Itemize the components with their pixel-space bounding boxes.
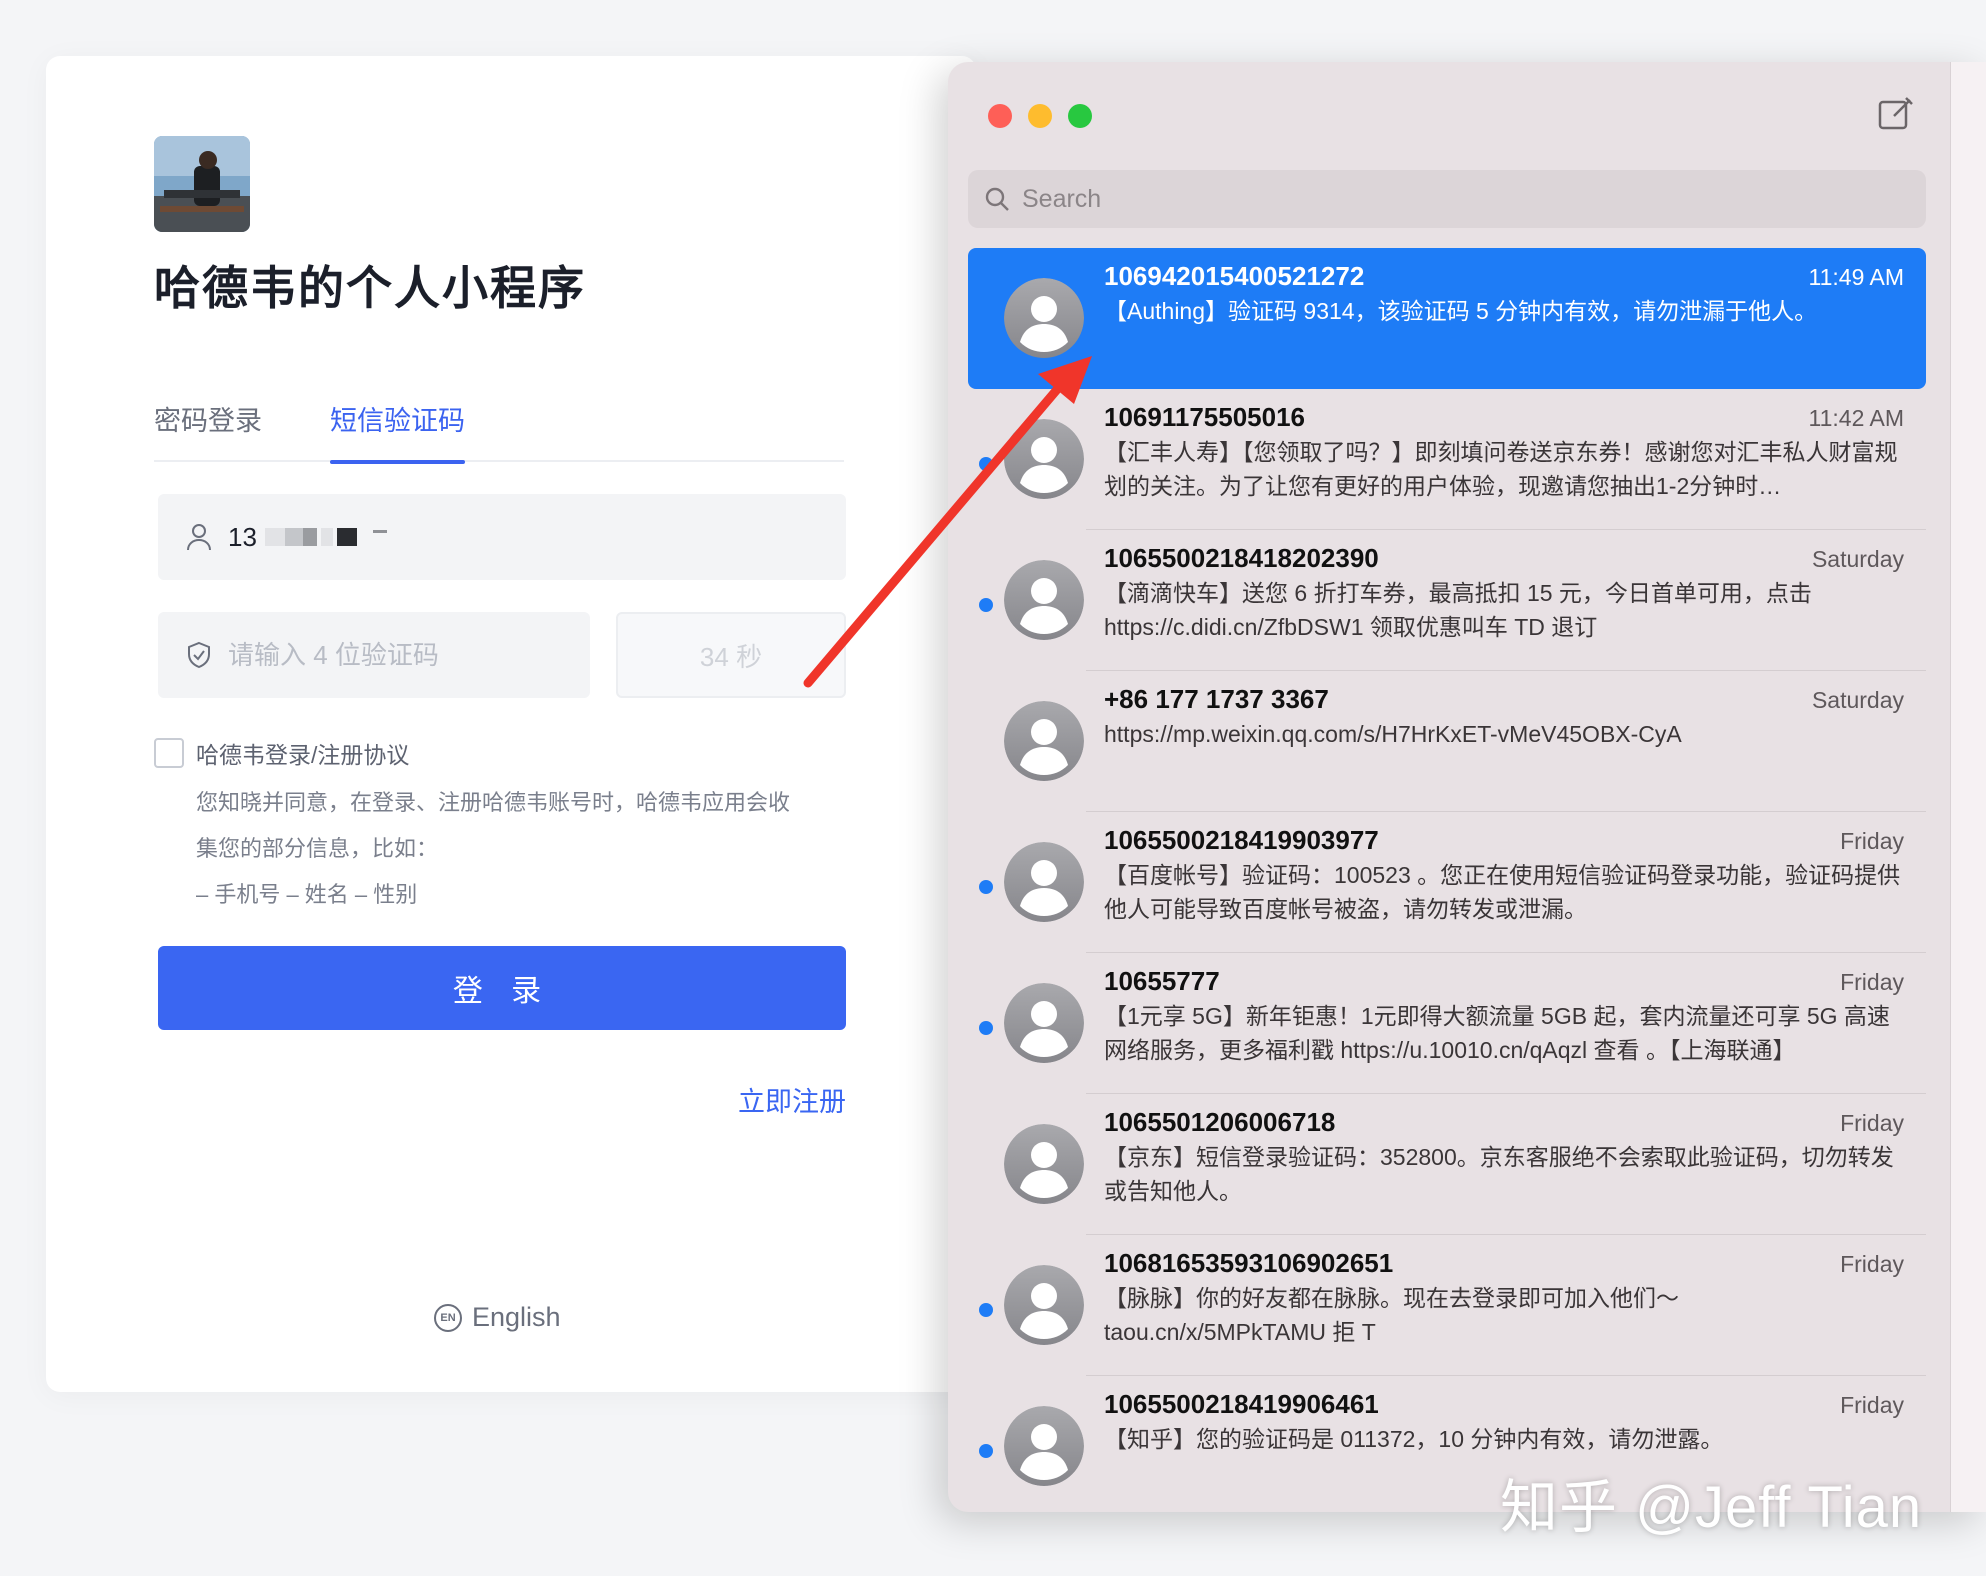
message-time: 11:49 AM (1808, 264, 1904, 290)
resend-code-countdown[interactable]: 34 秒 (616, 612, 846, 698)
app-logo (154, 136, 250, 232)
contact-avatar-icon (1004, 842, 1084, 922)
login-button[interactable]: 登 录 (158, 946, 846, 1030)
message-preview: 【1元享 5G】新年钜惠！1元即得大额流量 5GB 起，套内流量还可享 5G 高… (1104, 1003, 1890, 1063)
message-time: Friday (1840, 1392, 1904, 1418)
language-icon: EN (434, 1303, 462, 1332)
login-card: 哈德韦的个人小程序 密码登录 短信验证码 13 请输入 4 位验证码 34 秒 … (46, 56, 976, 1392)
message-time: Friday (1840, 969, 1904, 995)
message-sender: 1065500218419903977 (1104, 825, 1379, 855)
phone-mask (257, 528, 387, 546)
tab-password-login[interactable]: 密码登录 (154, 396, 262, 462)
message-time: Saturday (1811, 687, 1904, 713)
message-sender: 1068165359310690265​1 (1104, 1248, 1394, 1278)
message-preview: 【汇丰人寿】【您领取了吗？】即刻填问卷送京东券！感谢您对汇丰私人财富规划的关注。… (1104, 439, 1898, 499)
phone-value: 13 (228, 521, 257, 552)
user-icon (184, 522, 214, 552)
conversation-pane-edge (1950, 62, 1986, 1512)
zoom-window-button[interactable] (1068, 104, 1092, 128)
contact-avatar-icon (1004, 560, 1084, 640)
watermark: 知乎 @Jeff Tian (1500, 1475, 1923, 1540)
message-preview: 【Authing】验证码 9314，该验证码 5 分钟内有效，请勿泄漏于他人。 (1104, 298, 1818, 324)
message-time: Friday (1840, 1110, 1904, 1136)
message-time: Friday (1840, 1251, 1904, 1277)
language-label: English (472, 1302, 561, 1332)
message-preview: 【滴滴快车】送您 6 折打车券，最高抵扣 15 元，今日首单可用，点击 http… (1104, 580, 1812, 640)
message-sender: 10691175505016 (1104, 402, 1306, 432)
message-preview: https://mp.weixin.qq.com/s/H7HrKxET-vMeV… (1104, 721, 1682, 747)
contact-avatar-icon (1004, 1265, 1084, 1345)
message-sender: 1065500218418202390 (1104, 543, 1379, 573)
message-sender: 10655777 (1104, 966, 1220, 996)
agreement-text-line: 您知晓并同意，在登录、注册哈德韦账号时，哈德韦应用会收 (196, 790, 791, 815)
message-item[interactable]: 1068165359310690265​1 Friday 【脉脉】你的好友都在脉脉。… (968, 1235, 1926, 1376)
message-item[interactable]: 10655777 Friday 【1元享 5G】新年钜惠！1元即得大额流量 5GB … (968, 953, 1926, 1094)
unread-dot (979, 598, 993, 612)
unread-dot (979, 1021, 993, 1035)
message-item[interactable]: 1065500218419903977 Friday 【百度帐号】验证码：10052… (968, 812, 1926, 953)
agreement-text: 您知晓并同意，在登录、注册哈德韦账号时，哈德韦应用会收 集您的部分信息，比如： … (196, 780, 856, 918)
message-list: 106942015400521272 11:49 AM 【Authing】验证码 9… (968, 248, 1926, 1512)
phone-field[interactable]: 13 (158, 494, 846, 580)
screenshot-stage: 哈德韦的个人小程序 密码登录 短信验证码 13 请输入 4 位验证码 34 秒 … (0, 0, 1986, 1576)
close-window-button[interactable] (988, 104, 1012, 128)
unread-dot (979, 1303, 993, 1317)
tab-sms-code[interactable]: 短信验证码 (330, 396, 465, 464)
language-switch[interactable]: EN English (434, 1302, 561, 1333)
code-field[interactable] (158, 612, 590, 698)
agreement-label[interactable]: 哈德韦登录/注册协议 (196, 736, 409, 770)
message-time: Friday (1840, 828, 1904, 854)
compose-icon[interactable] (1876, 94, 1916, 134)
minimize-window-button[interactable] (1028, 104, 1052, 128)
message-sender: +86 177 1737 3367 (1104, 684, 1329, 714)
contact-avatar-icon (1004, 1124, 1084, 1204)
unread-dot (979, 1444, 993, 1458)
message-sender: 106550120600​6718 (1104, 1107, 1336, 1137)
shield-check-icon (184, 640, 214, 670)
message-sender: 1065500218419906461 (1104, 1389, 1379, 1419)
agreement-text-line: 集您的部分信息，比如： (196, 836, 439, 861)
contact-avatar-icon (1004, 983, 1084, 1063)
message-item[interactable]: 106550120600​6718 Friday 【京东】短信登录验证码：35280… (968, 1094, 1926, 1235)
message-time: Saturday (1811, 546, 1904, 572)
contact-avatar-icon (1004, 419, 1084, 499)
message-item[interactable]: +86 177 1737 3367 Saturday https://mp.weix… (968, 671, 1926, 812)
message-item[interactable]: 1065500218418202390 Saturday 【滴滴快车】送您 6 折打… (968, 530, 1926, 671)
message-preview: 【京东】短信登录验证码：352800。京东客服绝不会索取此验证码，切勿转发或告知… (1104, 1144, 1894, 1204)
message-time: 11:42 AM (1808, 405, 1904, 431)
app-title: 哈德韦的个人小程序 (154, 262, 586, 314)
register-link[interactable]: 立即注册 (738, 1080, 846, 1119)
agreement-checkbox[interactable] (154, 738, 184, 768)
message-preview: 【脉脉】你的好友都在脉脉。现在去登录即可加入他们～ taou.cn/x/5MPk… (1104, 1285, 1679, 1345)
login-tabs: 密码登录 短信验证码 (154, 396, 844, 464)
unread-dot (979, 880, 993, 894)
search-icon (984, 186, 1010, 212)
messages-window: 106942015400521272 11:49 AM 【Authing】验证码 9… (948, 62, 1986, 1512)
message-item[interactable]: 106942015400521272 11:49 AM 【Authing】验证码 9… (968, 248, 1926, 389)
search-input[interactable] (1022, 184, 1902, 214)
contact-avatar-icon (1004, 701, 1084, 781)
message-item[interactable]: 10691175505016 11:42 AM 【汇丰人寿】【您领取了吗？】即刻填问… (968, 389, 1926, 530)
contact-avatar-icon (1004, 278, 1084, 358)
message-preview: 【知乎】您的验证码是 011372，10 分钟内有效，请勿泄露。 (1104, 1426, 1724, 1452)
agreement-text-line: – 手机号 – 姓名 – 性别 (196, 882, 418, 907)
message-sender: 106942015400521272 (1104, 261, 1365, 291)
search-bar[interactable] (968, 170, 1926, 228)
unread-dot (979, 457, 993, 471)
message-preview: 【百度帐号】验证码：100523 。您正在使用短信验证码登录功能，验证码提供他人… (1104, 862, 1901, 922)
code-input[interactable] (228, 639, 568, 671)
agreement-row: 哈德韦登录/注册协议 (154, 736, 409, 770)
contact-avatar-icon (1004, 1406, 1084, 1486)
